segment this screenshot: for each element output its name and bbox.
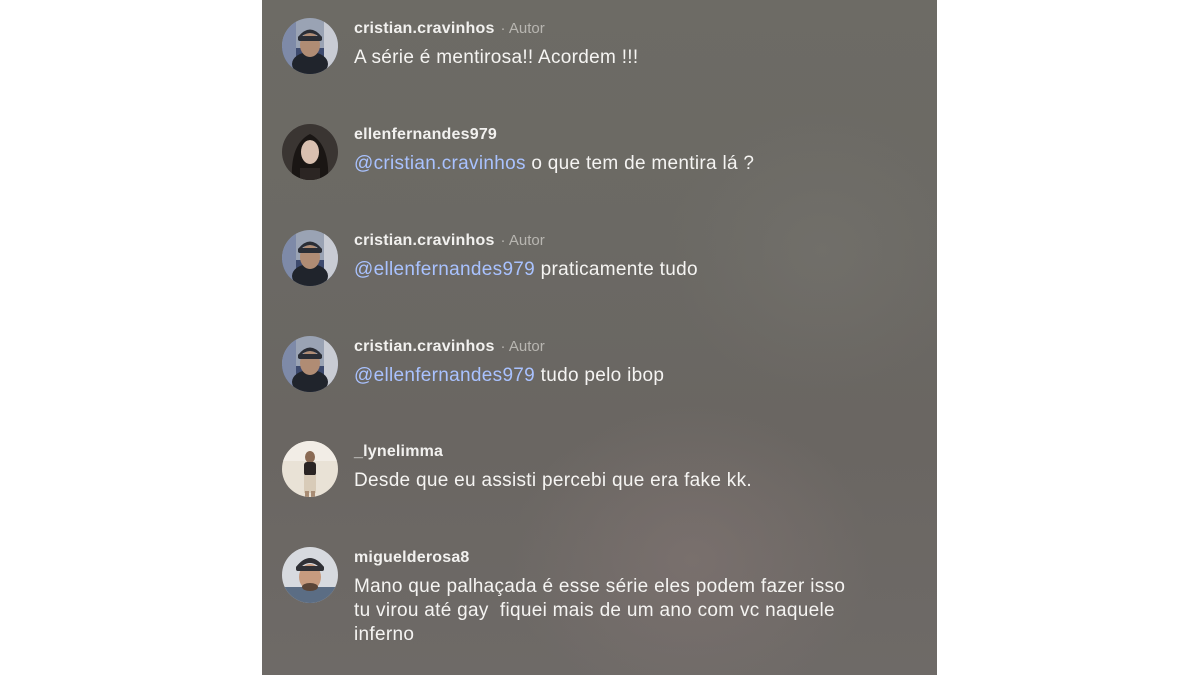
- comment-text-content: praticamente tudo: [535, 259, 698, 280]
- comment-text: @ellenfernandes979 tudo pelo ibop: [354, 364, 917, 388]
- comments-panel: cristian.cravinhos · Autor A série é ment…: [262, 0, 937, 675]
- avatar-miguel-icon[interactable]: [282, 547, 338, 603]
- comment-text-line: inferno: [354, 624, 415, 645]
- mention-link[interactable]: @ellenfernandes979: [354, 365, 535, 386]
- comment-text-content: Desde que eu assisti percebi que era fak…: [354, 470, 752, 491]
- comment-text: @ellenfernandes979 praticamente tudo: [354, 258, 917, 282]
- comment-text: @cristian.cravinhos o que tem de mentira…: [354, 152, 917, 176]
- comment-text-content: A série é mentirosa!! Acordem !!!: [354, 47, 639, 68]
- comment-text-content: tudo pelo ibop: [535, 365, 665, 386]
- avatar-lyne-icon[interactable]: [282, 441, 338, 497]
- comment-text-content: o que tem de mentira lá ?: [525, 153, 755, 174]
- comment-text: A série é mentirosa!! Acordem !!!: [354, 46, 917, 70]
- avatar-cristian-icon[interactable]: [282, 336, 338, 392]
- avatar-cristian-icon[interactable]: [282, 230, 338, 286]
- avatar-ellen-icon[interactable]: [282, 124, 338, 180]
- comment-username[interactable]: miguelderosa8: [354, 549, 470, 566]
- avatar-cristian-icon[interactable]: [282, 18, 338, 74]
- comment-text: Desde que eu assisti percebi que era fak…: [354, 469, 917, 493]
- comment-username[interactable]: cristian.cravinhos: [354, 20, 495, 37]
- author-badge: · Autor: [500, 20, 545, 37]
- mention-link[interactable]: @ellenfernandes979: [354, 259, 535, 280]
- comment-text-line: tu virou até gay fiquei mais de um ano c…: [354, 600, 835, 621]
- comment-username[interactable]: _lynelimma: [354, 443, 443, 460]
- mention-link[interactable]: @cristian.cravinhos: [354, 153, 526, 174]
- comment-username[interactable]: cristian.cravinhos: [354, 338, 495, 355]
- comment-text: Mano que palhaçada é esse série eles pod…: [354, 575, 917, 647]
- author-badge: · Autor: [500, 232, 545, 249]
- author-badge: · Autor: [500, 338, 545, 355]
- comment-username[interactable]: cristian.cravinhos: [354, 232, 495, 249]
- comment-username[interactable]: ellenfernandes979: [354, 126, 497, 143]
- comment-text-line: Mano que palhaçada é esse série eles pod…: [354, 576, 846, 597]
